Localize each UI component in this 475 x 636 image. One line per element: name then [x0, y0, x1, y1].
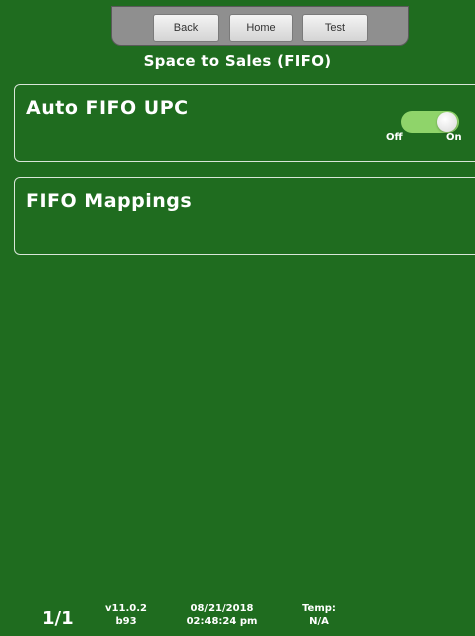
auto-fifo-toggle[interactable]	[401, 111, 459, 133]
status-footer: 1/1 v11.0.2 b93 08/21/2018 02:48:24 pm T…	[0, 600, 475, 636]
toggle-off-label: Off	[386, 132, 403, 143]
version-info: v11.0.2 b93	[102, 602, 150, 628]
date-text: 08/21/2018	[190, 603, 254, 614]
page-count: 1/1	[42, 608, 74, 629]
datetime-info: 08/21/2018 02:48:24 pm	[180, 602, 264, 628]
auto-fifo-upc-label: Auto FIFO UPC	[26, 97, 189, 119]
fifo-mappings-label: FIFO Mappings	[26, 190, 193, 212]
fifo-mappings-panel[interactable]: FIFO Mappings	[14, 177, 475, 255]
time-text: 02:48:24 pm	[186, 616, 258, 627]
test-button[interactable]: Test	[302, 14, 368, 42]
home-button[interactable]: Home	[229, 14, 293, 42]
temperature-info: Temp: N/A	[296, 602, 342, 628]
temp-value: N/A	[309, 616, 329, 627]
build-number: b93	[115, 616, 137, 627]
back-button[interactable]: Back	[153, 14, 219, 42]
screen: Back Home Test Space to Sales (FIFO) Aut…	[0, 0, 475, 636]
auto-fifo-upc-panel: Auto FIFO UPC Off On	[14, 84, 475, 162]
version-number: v11.0.2	[105, 603, 147, 614]
page-title: Space to Sales (FIFO)	[143, 52, 332, 70]
toggle-knob	[437, 112, 457, 132]
temp-label: Temp:	[302, 603, 336, 614]
toggle-on-label: On	[446, 132, 462, 143]
